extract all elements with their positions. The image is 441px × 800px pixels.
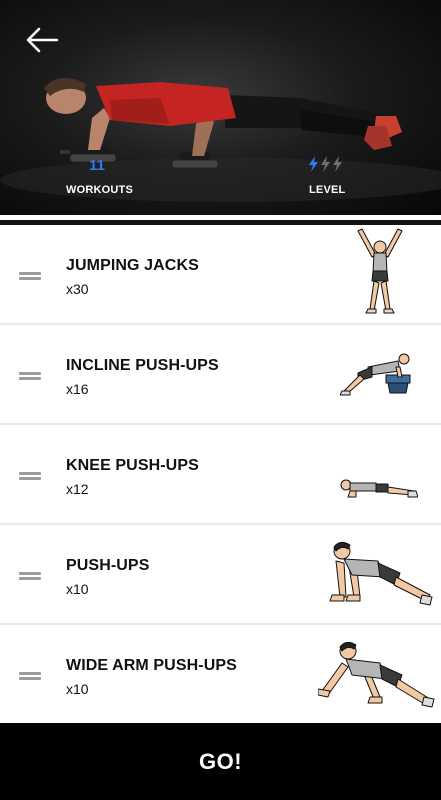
exercise-reps: x30 [66,281,89,297]
exercise-reps: x12 [66,481,89,497]
exercise-row-jumping-jacks[interactable]: JUMPING JACKS x30 [0,225,441,323]
lightning-bolt-icon [321,156,330,172]
exercise-row-knee-push-ups[interactable]: KNEE PUSH-UPS x12 [0,425,441,523]
exercise-name: JUMPING JACKS [66,257,199,274]
drag-handle-icon[interactable] [19,470,41,482]
lightning-bolt-icon [309,156,318,172]
knee-push-ups-illustration [340,479,418,498]
incline-push-ups-illustration [340,353,411,396]
workout-screen: 11 WORKOUTS LEVEL JUMPING JACKS x30 INCL… [0,0,441,800]
exercise-row-wide-arm-push-ups[interactable]: WIDE ARM PUSH-UPS x10 [0,625,441,723]
exercise-name: WIDE ARM PUSH-UPS [66,657,237,674]
exercise-row-push-ups[interactable]: PUSH-UPS x10 [0,525,441,623]
push-ups-illustration [329,541,433,606]
exercise-name: INCLINE PUSH-UPS [66,357,219,374]
exercise-list: JUMPING JACKS x30 INCLINE PUSH-UPS x16 K… [0,225,441,723]
pushup-hero-image [0,77,441,202]
exercise-name: KNEE PUSH-UPS [66,457,199,474]
level-label: LEVEL [309,184,346,196]
back-button[interactable] [20,22,64,58]
exercise-reps: x10 [66,581,89,597]
exercise-row-incline-push-ups[interactable]: INCLINE PUSH-UPS x16 [0,325,441,423]
exercise-reps: x10 [66,681,89,697]
lightning-bolt-icon [333,156,342,172]
drag-handle-icon[interactable] [19,270,41,282]
drag-handle-icon[interactable] [19,670,41,682]
go-button-label: GO! [198,748,243,774]
level-indicator [309,156,342,172]
drag-handle-icon[interactable] [19,570,41,582]
exercise-name: PUSH-UPS [66,557,150,574]
wide-arm-push-ups-illustration [318,641,435,708]
workouts-count: 11 [89,157,105,174]
drag-handle-icon[interactable] [19,370,41,382]
workout-hero-banner: 11 WORKOUTS LEVEL [0,0,441,215]
jumping-jacks-illustration [357,228,403,314]
arrow-left-icon [26,27,59,53]
workouts-label: WORKOUTS [66,184,133,196]
exercise-reps: x16 [66,381,89,397]
go-button[interactable]: GO! [0,723,441,800]
